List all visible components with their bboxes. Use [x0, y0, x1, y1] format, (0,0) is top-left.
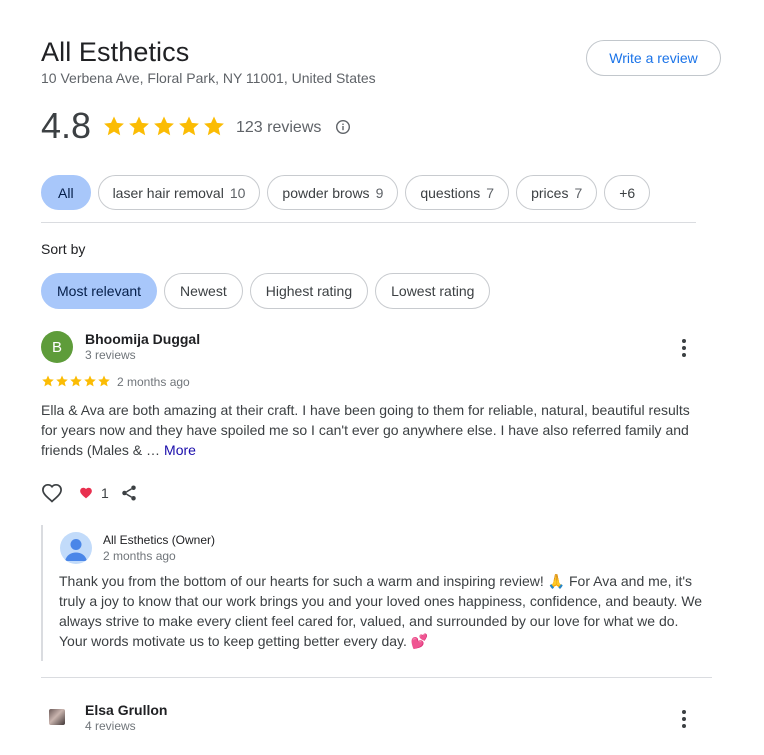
rating-value: 4.8 — [41, 105, 92, 146]
more-options-icon[interactable] — [681, 339, 687, 357]
star-icon — [84, 375, 96, 387]
sort-label: Sort by — [41, 241, 86, 257]
review-time: 2 months ago — [117, 375, 190, 389]
star-icon — [56, 375, 68, 387]
chip-count: 7 — [574, 184, 583, 201]
avatar[interactable]: B — [41, 331, 73, 363]
star-icon — [129, 116, 149, 136]
owner-reply-text: Thank you from the bottom of our hearts … — [59, 573, 703, 649]
heart-reaction-icon — [80, 487, 92, 499]
like-icon[interactable] — [41, 483, 63, 503]
owner-avatar-icon — [60, 532, 92, 564]
chip-label: laser hair removal — [112, 184, 224, 201]
owner-reply-time: 2 months ago — [103, 549, 176, 563]
star-icon — [98, 375, 110, 387]
review-text: Ella & Ava are both amazing at their cra… — [41, 400, 701, 460]
sort-options: Most relevant Newest Highest rating Lowe… — [41, 273, 491, 309]
like-count: 1 — [101, 485, 109, 501]
star-icon — [179, 116, 199, 136]
write-review-button[interactable]: Write a review — [586, 40, 721, 76]
review-body: Ella & Ava are both amazing at their cra… — [41, 402, 690, 458]
reviewer-name[interactable]: Elsa Grullon — [85, 702, 167, 718]
topic-filter-chips: All laser hair removal 10 powder brows 9… — [41, 175, 651, 210]
chip-label: prices — [531, 184, 569, 201]
chip-laser-hair-removal[interactable]: laser hair removal 10 — [97, 175, 261, 210]
reviewer-review-count: 3 reviews — [85, 348, 136, 362]
reviewer-review-count: 4 reviews — [85, 719, 136, 733]
chip-count: 7 — [486, 184, 495, 201]
chip-more-topics[interactable]: +6 — [604, 175, 651, 210]
star-icon — [70, 375, 82, 387]
owner-name: All Esthetics (Owner) — [103, 533, 216, 547]
business-title: All Esthetics — [41, 37, 190, 67]
star-icon — [154, 116, 174, 136]
chip-powder-brows[interactable]: powder brows 9 — [267, 175, 399, 210]
more-options-icon[interactable] — [681, 710, 687, 728]
star-icon — [204, 116, 224, 136]
star-icon — [104, 116, 124, 136]
chip-all[interactable]: All — [41, 175, 91, 210]
business-address: 10 Verbena Ave, Floral Park, NY 11001, U… — [41, 70, 376, 86]
chip-label: +6 — [619, 184, 636, 201]
chip-label: questions — [420, 184, 481, 201]
rating-summary: 4.8 123 reviews — [41, 104, 351, 148]
share-icon[interactable] — [120, 484, 138, 502]
divider — [41, 677, 712, 678]
sort-most-relevant[interactable]: Most relevant — [41, 273, 158, 309]
info-icon[interactable] — [335, 119, 351, 135]
review-stars — [41, 374, 111, 388]
rating-stars — [102, 114, 226, 138]
chip-count: 10 — [229, 184, 246, 201]
reviewer-name[interactable]: Bhoomija Duggal — [85, 331, 200, 347]
sort-newest[interactable]: Newest — [164, 273, 243, 309]
star-icon — [42, 375, 54, 387]
chip-count: 9 — [375, 184, 384, 201]
chip-label: All — [58, 184, 74, 201]
sort-lowest-rating[interactable]: Lowest rating — [375, 273, 491, 309]
avatar[interactable] — [49, 709, 65, 725]
chip-label: powder brows — [282, 184, 370, 201]
chip-questions[interactable]: questions 7 — [405, 175, 510, 210]
review-actions: 1 — [41, 483, 138, 503]
sort-highest-rating[interactable]: Highest rating — [249, 273, 369, 309]
review-count[interactable]: 123 reviews — [236, 119, 321, 137]
chip-prices[interactable]: prices 7 — [516, 175, 598, 210]
more-link[interactable]: More — [164, 442, 196, 458]
divider — [41, 222, 696, 223]
owner-reply: All Esthetics (Owner) 2 months ago Thank… — [41, 525, 703, 661]
